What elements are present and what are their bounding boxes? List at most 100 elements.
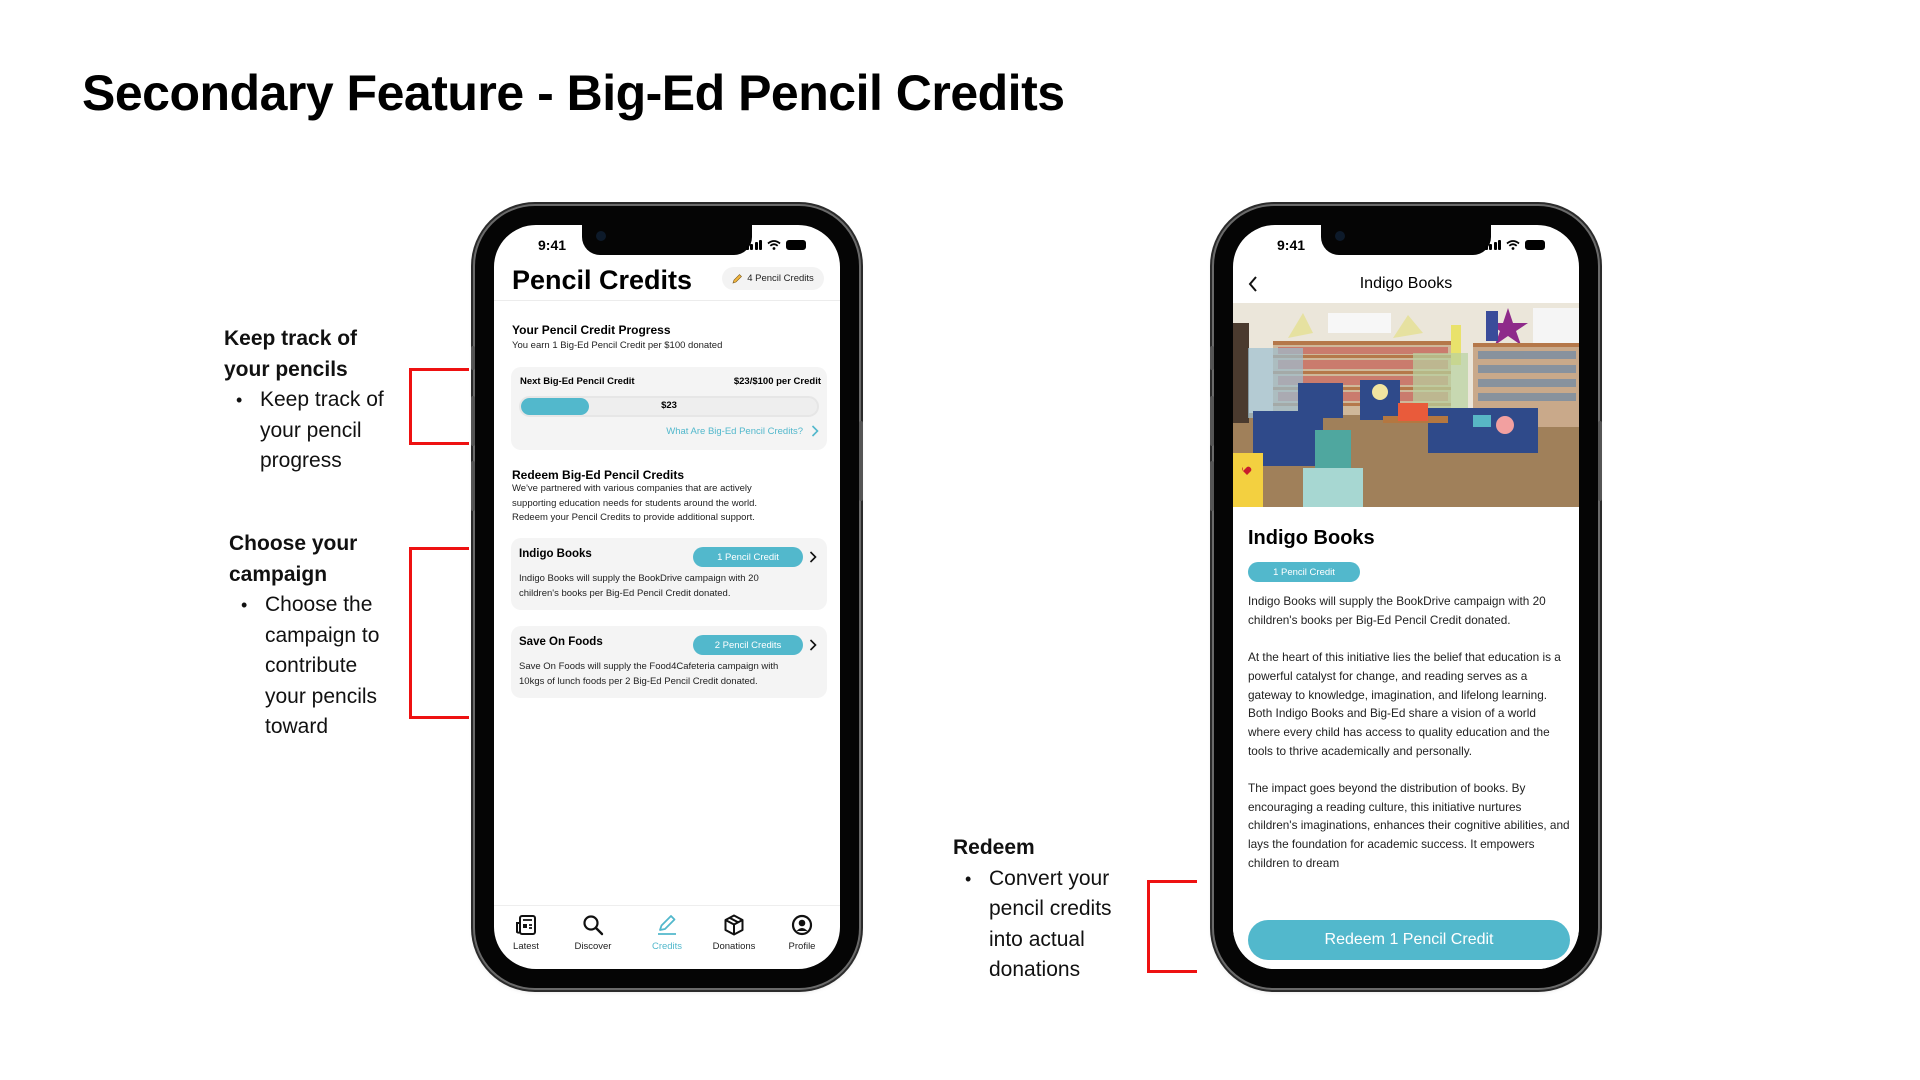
redeem-description-line: supporting education needs for students … — [512, 497, 758, 509]
status-time: 9:41 — [1277, 237, 1306, 253]
progress-amount: $23/$100 per Credit — [733, 376, 821, 387]
annotation-bullet-line: your pencils — [265, 684, 378, 708]
campaign-description: Save On Foods will supply the Food4Cafet… — [519, 660, 819, 689]
annotation-bullet-line: pencil credits — [989, 897, 1112, 920]
tab-discover[interactable]: Discover — [561, 913, 625, 952]
annotation-bullet: Choose the campaign to contribute your p… — [235, 590, 379, 743]
profile-icon — [791, 914, 813, 936]
pencil-icon — [732, 273, 743, 283]
tab-label: Credits — [651, 941, 683, 952]
annotation-bullet: Convert your pencil credits into actual … — [959, 864, 1112, 986]
annotation-bullet-line: toward — [265, 715, 329, 738]
status-bar: 9:41 — [1233, 237, 1579, 257]
tab-bar: Latest Discover Credits Donations Profil… — [494, 905, 840, 969]
phone-side-button — [1598, 421, 1602, 501]
phone-side-button — [471, 396, 475, 446]
annotation-heading-line: Redeem — [953, 836, 1035, 859]
redeem-heading: Redeem Big-Ed Pencil Credits — [512, 468, 685, 482]
campaign-name: Indigo Books — [519, 548, 592, 560]
annotation-bullet-line: progress — [260, 449, 342, 472]
tab-label: Latest — [513, 941, 539, 952]
chevron-right-icon — [809, 551, 817, 563]
chevron-right-icon — [811, 425, 819, 437]
body-paragraph: At the heart of this initiative lies the… — [1248, 650, 1561, 758]
progress-card: Next Big-Ed Pencil Credit $23/$100 per C… — [511, 367, 827, 450]
pencil-icon — [658, 915, 676, 935]
screen-title: Pencil Credits — [512, 265, 693, 295]
campaign-title: Indigo Books — [1248, 527, 1375, 549]
campaign-cost-badge: 2 Pencil Credits — [693, 635, 803, 655]
annotation-bracket-campaigns — [409, 547, 469, 719]
annotation-heading: Redeem — [953, 833, 1112, 864]
annotation-bullet-line: Keep track of — [260, 388, 384, 411]
status-bar: 9:41 — [494, 237, 840, 257]
annotation-bullet-line: into actual — [989, 927, 1085, 951]
chevron-right-icon — [809, 639, 817, 651]
progress-heading: Your Pencil Credit Progress — [512, 323, 671, 337]
phone-side-button — [1210, 396, 1214, 446]
annotation-bullet-line: campaign to — [265, 623, 380, 647]
annotation-track-pencils: Keep track of your pencils Keep track of… — [224, 324, 384, 477]
annotation-bullet-line: Convert your — [989, 866, 1110, 890]
tab-label: Profile — [788, 941, 816, 952]
campaign-body: Indigo Books will supply the BookDrive c… — [1248, 592, 1570, 891]
progress-subtitle: You earn 1 Big-Ed Pencil Credit per $100… — [512, 340, 723, 351]
annotation-heading: Choose your campaign — [229, 529, 379, 590]
annotation-heading-line: Keep track of — [224, 327, 358, 350]
campaign-card-save-on-foods[interactable]: Save On Foods 2 Pencil Credits Save On F… — [511, 626, 827, 698]
progress-value: $23 — [661, 400, 677, 411]
redeem-button[interactable]: Redeem 1 Pencil Credit — [1248, 920, 1570, 960]
body-paragraph: The impact goes beyond the distribution … — [1248, 781, 1570, 870]
campaign-card-indigo-books[interactable]: Indigo Books 1 Pencil Credit Indigo Book… — [511, 538, 827, 610]
progress-bar: $23 — [519, 396, 819, 417]
body-paragraph: Indigo Books will supply the BookDrive c… — [1248, 594, 1546, 627]
credits-balance-badge: 4 Pencil Credits — [722, 267, 824, 290]
annotation-bullet-line: your pencil — [260, 418, 362, 442]
signal-icon — [745, 240, 762, 250]
redeem-description: We've partnered with various companies t… — [512, 482, 757, 526]
phone-credits-screen: 9:41 Pencil Credits 4 Pencil Credits You… — [471, 206, 863, 988]
annotation-choose-campaign: Choose your campaign Choose the campaign… — [229, 529, 379, 743]
battery-icon — [1525, 240, 1545, 250]
tab-credits[interactable]: Credits — [635, 913, 699, 952]
tab-donations[interactable]: Donations — [702, 913, 766, 952]
phone-detail-screen: 9:41 Indigo Books Indigo Books 1 Pencil … — [1210, 206, 1602, 988]
search-icon — [583, 915, 604, 936]
phone-side-button — [1210, 461, 1214, 511]
page-title: Secondary Feature - Big-Ed Pencil Credit… — [82, 65, 1065, 121]
battery-icon — [786, 240, 806, 250]
phone-side-button — [471, 346, 475, 370]
annotation-redeem: Redeem Convert your pencil credits into … — [953, 833, 1112, 986]
hero-image — [1233, 303, 1579, 507]
annotation-bracket-redeem — [1147, 880, 1197, 973]
tab-latest[interactable]: Latest — [494, 913, 558, 952]
campaign-name: Save On Foods — [519, 636, 603, 648]
tab-label: Discover — [574, 941, 612, 952]
annotation-heading: Keep track of your pencils — [224, 324, 384, 385]
wifi-icon — [1506, 240, 1520, 250]
campaign-description-line: 10kgs of lunch foods per 2 Big-Ed Pencil… — [519, 675, 758, 687]
annotation-bracket-progress — [409, 368, 469, 445]
credits-balance: 4 Pencil Credits — [747, 273, 814, 284]
box-icon — [724, 914, 744, 936]
status-time: 9:41 — [538, 237, 567, 253]
annotation-bullet: Keep track of your pencil progress — [230, 385, 384, 477]
annotation-bullet-line: contribute — [265, 654, 358, 677]
phone-side-button — [1210, 346, 1214, 370]
campaign-cost-badge: 1 Pencil Credit — [1248, 562, 1360, 582]
screen: 9:41 Indigo Books Indigo Books 1 Pencil … — [1233, 225, 1579, 969]
annotation-bullet-line: Choose the — [265, 593, 373, 616]
redeem-description-line: We've partnered with various companies t… — [512, 483, 752, 494]
redeem-description-line: Redeem your Pencil Credits to provide ad… — [512, 512, 755, 523]
campaign-description-line: children's books per Big-Ed Pencil Credi… — [519, 587, 731, 599]
annotation-heading-line: Choose your — [229, 532, 358, 555]
campaign-description: Indigo Books will supply the BookDrive c… — [519, 572, 819, 601]
tab-profile[interactable]: Profile — [770, 913, 834, 952]
tab-label: Donations — [712, 941, 756, 952]
campaign-description-line: Indigo Books will supply the BookDrive c… — [519, 573, 759, 584]
wifi-icon — [767, 240, 781, 250]
phone-side-button — [471, 461, 475, 511]
phone-side-button — [859, 421, 863, 501]
what-are-credits-link[interactable]: What Are Big-Ed Pencil Credits? — [666, 425, 819, 437]
screen: 9:41 Pencil Credits 4 Pencil Credits You… — [494, 225, 840, 969]
